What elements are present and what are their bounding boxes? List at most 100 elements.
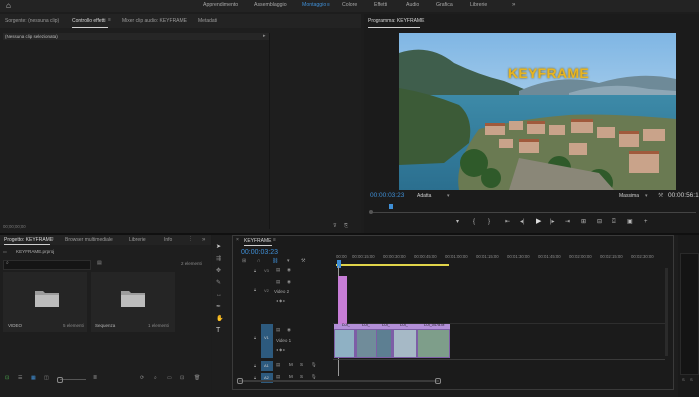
step-back-icon[interactable]: ◂| — [520, 219, 525, 225]
clip-thumbnail[interactable] — [418, 330, 449, 357]
icon-view-icon[interactable]: ▦ — [31, 376, 36, 381]
sync-lock-icon[interactable]: ▤ — [276, 362, 280, 368]
more-workspaces-icon[interactable]: » — [512, 2, 515, 8]
go-to-in-icon[interactable]: ⇤ — [505, 219, 510, 225]
more-icon[interactable]: ⋮ — [188, 237, 193, 242]
program-timecode[interactable]: 00:00:03:23 — [370, 192, 404, 200]
tab-metadata[interactable]: Metadati — [198, 19, 217, 24]
freeform-view-icon[interactable]: ◫ — [44, 376, 49, 381]
sync-lock-icon[interactable]: ▤ — [276, 374, 280, 380]
new-bin-icon[interactable]: ▤ — [97, 261, 102, 266]
mute-button[interactable]: M — [289, 374, 293, 380]
type-tool-icon[interactable]: T — [216, 327, 220, 334]
clip-thumbnail[interactable] — [357, 330, 376, 357]
menu-icon[interactable]: ≡ — [421, 18, 424, 23]
settings-wrench-icon[interactable]: ⚒ — [301, 259, 305, 264]
sync-lock-icon[interactable]: ▤ — [276, 267, 280, 273]
add-marker-icon[interactable]: ▾ — [456, 219, 459, 225]
clip-thumbnail[interactable] — [394, 330, 416, 357]
new-item-icon[interactable]: ⊡ — [180, 376, 184, 381]
scroll-handle-right[interactable] — [435, 378, 441, 384]
lock-icon[interactable]: 🔒︎ — [254, 364, 256, 368]
new-bin-icon[interactable]: ▭ — [167, 376, 172, 381]
workspace-librerie[interactable]: Librerie — [470, 2, 487, 8]
mute-button[interactable]: M — [289, 362, 293, 368]
camera-icon[interactable]: ⌼ — [612, 219, 616, 225]
razor-tool-icon[interactable]: ✎ — [216, 280, 221, 286]
mark-in-icon[interactable]: { — [473, 219, 475, 225]
sort-icon[interactable]: ≣ — [93, 376, 97, 381]
keyframe-nav-icon[interactable]: ◂ ◆ ▸ — [276, 299, 285, 303]
chevron-down-icon[interactable]: ▾ — [645, 194, 648, 199]
lock-icon[interactable]: 🔒︎ — [254, 288, 256, 292]
slip-tool-icon[interactable]: ↔ — [216, 292, 222, 298]
extract-icon[interactable]: ⊟ — [597, 219, 602, 225]
workspace-grafica[interactable]: Grafica — [436, 2, 453, 8]
workspace-audio[interactable]: Audio — [406, 2, 419, 8]
selection-tool-icon[interactable]: ➤ — [216, 244, 221, 250]
tab-libraries[interactable]: Librerie — [129, 238, 146, 243]
export-icon[interactable]: ⎘ — [344, 224, 348, 229]
workspace-colore[interactable]: Colore — [342, 2, 357, 8]
menu-icon[interactable]: ≡ — [273, 238, 276, 243]
mark-out-icon[interactable]: } — [488, 219, 490, 225]
home-icon[interactable]: ⌂ — [6, 2, 11, 10]
clip-thumbnail[interactable] — [335, 330, 354, 357]
menu-icon[interactable]: ≡ — [51, 237, 54, 242]
hand-tool-icon[interactable]: ✋ — [216, 316, 223, 322]
list-view-icon[interactable]: ☰ — [18, 376, 22, 381]
tab-media-browser[interactable]: Browser multimediale — [65, 238, 113, 243]
pen-tool-icon[interactable]: ✒ — [216, 304, 221, 310]
ripple-tool-icon[interactable]: ✥ — [216, 268, 221, 274]
workspace-montaggio[interactable]: Montaggio — [302, 2, 326, 8]
tab-source[interactable]: Sorgente: (nessuna clip) — [5, 19, 59, 24]
tab-audio-clip-mixer[interactable]: Mixer clip audio: KEYFRAME — [122, 19, 187, 24]
tab-info[interactable]: Info — [164, 238, 172, 243]
playhead[interactable] — [389, 204, 393, 209]
zoom-slider-handle[interactable] — [57, 377, 63, 383]
timeline-timecode[interactable]: 00:00:03:23 — [241, 249, 278, 256]
solo-button[interactable]: S — [300, 374, 303, 380]
linked-selection-icon[interactable]: ⛓ — [272, 259, 278, 264]
quality-dropdown[interactable]: Massima — [619, 194, 639, 199]
zoom-handle[interactable] — [369, 210, 373, 214]
workspace-assemblaggio[interactable]: Assemblaggio — [254, 2, 287, 8]
filter-icon[interactable]: ⊽ — [333, 224, 337, 229]
panel-splitter[interactable] — [269, 33, 270, 229]
step-forward-icon[interactable]: |▸ — [550, 219, 555, 225]
comparison-icon[interactable]: ▣ — [627, 219, 633, 225]
scroll-handle-left[interactable] — [237, 378, 243, 384]
track-target-v1[interactable] — [261, 324, 273, 358]
wrench-icon[interactable]: ⚒ — [658, 193, 663, 199]
sync-lock-icon[interactable]: ▤ — [276, 279, 280, 285]
clear-icon[interactable]: 🗑 — [194, 376, 200, 381]
program-video-frame[interactable]: KEYFRAME — [399, 33, 676, 190]
eye-icon[interactable]: ◉ — [287, 267, 291, 273]
menu-icon[interactable]: ≡ — [327, 3, 330, 8]
workspace-effetti[interactable]: Effetti — [374, 2, 387, 8]
tab-effect-controls[interactable]: Controllo effetti — [72, 19, 106, 24]
vertical-scrollbar[interactable] — [665, 268, 668, 356]
find-icon[interactable]: ⌕ — [154, 376, 157, 381]
meter-solo-label[interactable]: S — [690, 378, 693, 382]
eye-icon[interactable]: ◉ — [287, 327, 291, 333]
automate-icon[interactable]: ⟳ — [140, 376, 144, 381]
marker-icon[interactable]: ▾ — [287, 259, 290, 264]
nest-icon[interactable]: ⊞ — [242, 259, 246, 264]
time-ruler[interactable]: 00:00 00:00:15:00 00:00:30:00 00:00:45:0… — [333, 254, 669, 263]
workspace-apprendimento[interactable]: Apprendimento — [203, 2, 238, 8]
sequence-tab[interactable]: KEYFRAME — [244, 239, 272, 244]
go-to-out-icon[interactable]: ⇥ — [565, 219, 570, 225]
close-icon[interactable]: × — [236, 238, 239, 243]
search-input[interactable] — [3, 260, 91, 270]
lock-icon[interactable]: 🔒︎ — [254, 269, 256, 273]
solo-button[interactable]: S — [300, 362, 303, 368]
microphone-icon[interactable]: 🎙︎ — [311, 374, 317, 380]
sync-lock-icon[interactable]: ▤ — [276, 327, 280, 333]
play-icon[interactable]: ▶ — [536, 218, 541, 225]
lock-icon[interactable]: ⊡ — [5, 376, 9, 381]
keyframe-nav-icon[interactable]: ◂ ◆ ▸ — [276, 348, 285, 352]
chevron-down-icon[interactable]: ▾ — [447, 194, 450, 199]
horizontal-scrollbar[interactable] — [239, 380, 439, 382]
add-button-icon[interactable]: + — [644, 219, 648, 225]
